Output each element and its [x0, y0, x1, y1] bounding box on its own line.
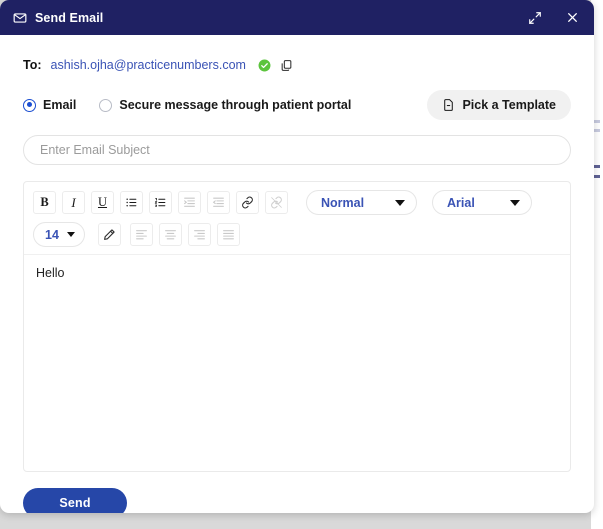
send-button[interactable]: Send: [23, 488, 127, 513]
radio-secure-message-indicator[interactable]: [99, 98, 113, 112]
email-subject-input[interactable]: [23, 135, 571, 165]
recipient-email: ashish.ojha@practicenumbers.com: [50, 58, 246, 72]
link-button[interactable]: [236, 191, 259, 214]
copy-icon[interactable]: [280, 59, 293, 72]
text-color-button[interactable]: [98, 223, 121, 246]
bold-button[interactable]: B: [33, 191, 56, 214]
outdent-button[interactable]: [207, 191, 230, 214]
indent-button[interactable]: [178, 191, 201, 214]
font-size-select[interactable]: 14: [33, 222, 85, 247]
pick-a-template-button[interactable]: Pick a Template: [427, 90, 571, 120]
italic-button[interactable]: I: [62, 191, 85, 214]
heading-style-select[interactable]: Normal: [306, 190, 417, 215]
align-justify-button[interactable]: [217, 223, 240, 246]
align-right-button[interactable]: [188, 223, 211, 246]
close-icon[interactable]: [564, 10, 580, 26]
font-size-value: 14: [45, 227, 59, 242]
dialog-title-bar: Send Email: [0, 0, 594, 35]
editor-toolbar: B I U Normal Arial 14: [24, 182, 570, 255]
editor-toolbar-row-1: B I U Normal Arial: [33, 190, 561, 215]
heading-style-value: Normal: [321, 195, 365, 210]
unlink-button[interactable]: [265, 191, 288, 214]
document-icon: [442, 98, 455, 112]
align-center-button[interactable]: [159, 223, 182, 246]
radio-option-secure-message[interactable]: Secure message through patient portal: [99, 98, 351, 112]
expand-arrows-icon[interactable]: [527, 10, 543, 26]
rich-text-editor: B I U Normal Arial 14 Hello: [23, 181, 571, 472]
to-label: To:: [23, 58, 42, 72]
bulleted-list-button[interactable]: [120, 191, 143, 214]
radio-email-label: Email: [43, 98, 77, 112]
email-body-input[interactable]: Hello: [24, 255, 570, 471]
chevron-down-icon: [67, 232, 75, 237]
radio-secure-message-label: Secure message through patient portal: [119, 98, 352, 112]
envelope-icon: [13, 11, 27, 25]
align-left-button[interactable]: [130, 223, 153, 246]
radio-option-email[interactable]: Email: [23, 98, 76, 112]
font-family-value: Arial: [447, 195, 475, 210]
pick-a-template-label: Pick a Template: [462, 98, 556, 112]
numbered-list-button[interactable]: [149, 191, 172, 214]
font-family-select[interactable]: Arial: [432, 190, 532, 215]
dialog-title: Send Email: [35, 10, 104, 25]
editor-toolbar-row-2: 14: [33, 222, 561, 247]
recipient-row: To: ashish.ojha@practicenumbers.com: [23, 58, 571, 72]
delivery-options-row: Email Secure message through patient por…: [23, 90, 571, 120]
chevron-down-icon: [395, 199, 405, 206]
send-email-dialog: Send Email To: ashish.ojha@practicenumbe…: [0, 0, 594, 513]
underline-button[interactable]: U: [91, 191, 114, 214]
chevron-down-icon: [510, 199, 520, 206]
radio-email-indicator[interactable]: [23, 98, 36, 112]
verified-check-icon: [258, 59, 271, 72]
